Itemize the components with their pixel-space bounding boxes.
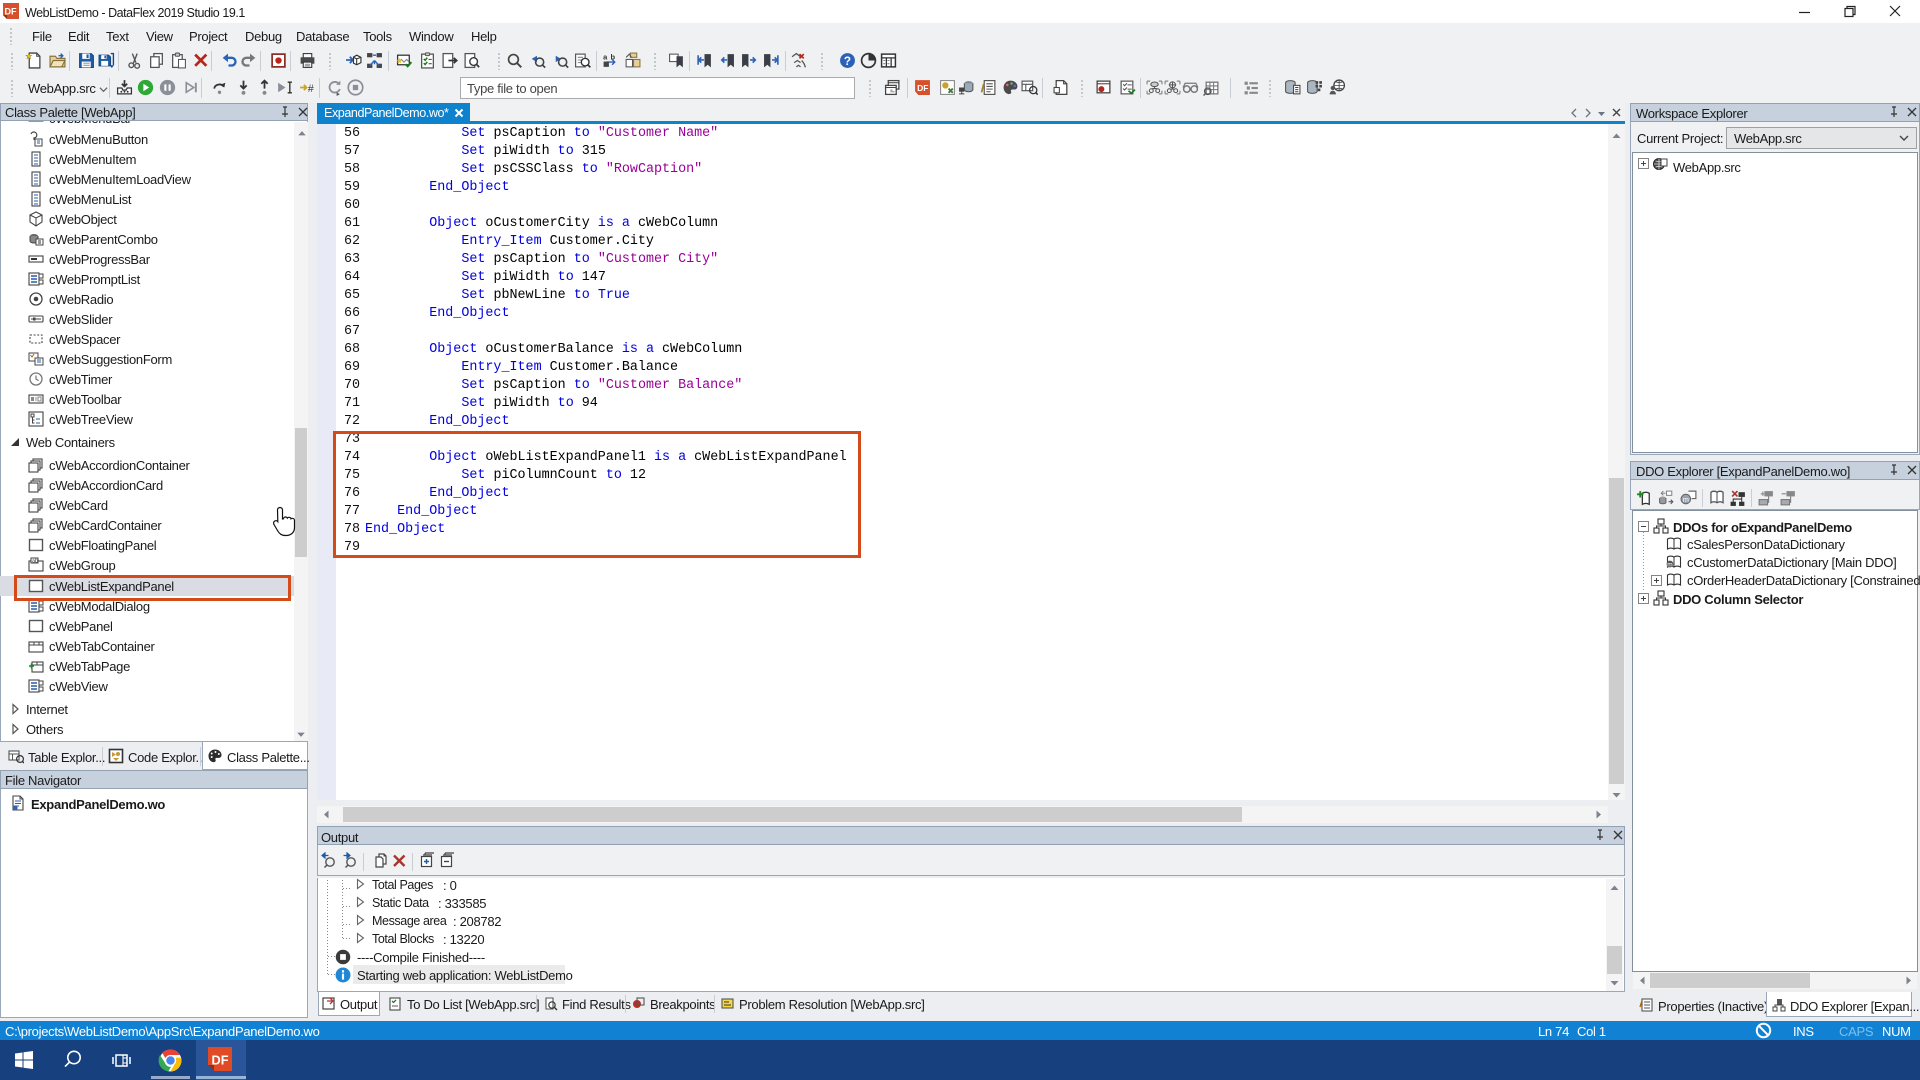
svg-text:#: #	[308, 84, 315, 96]
svg-text:m: m	[1667, 561, 1672, 568]
svg-text:?: ?	[844, 55, 851, 68]
svg-text:DF: DF	[917, 83, 928, 93]
svg-text:DF: DF	[5, 7, 17, 17]
svg-text:ab: ab	[32, 558, 38, 564]
svg-text:m: m	[1683, 495, 1689, 504]
svg-text:DF: DF	[212, 1053, 229, 1068]
svg-text:a: a	[603, 52, 608, 61]
